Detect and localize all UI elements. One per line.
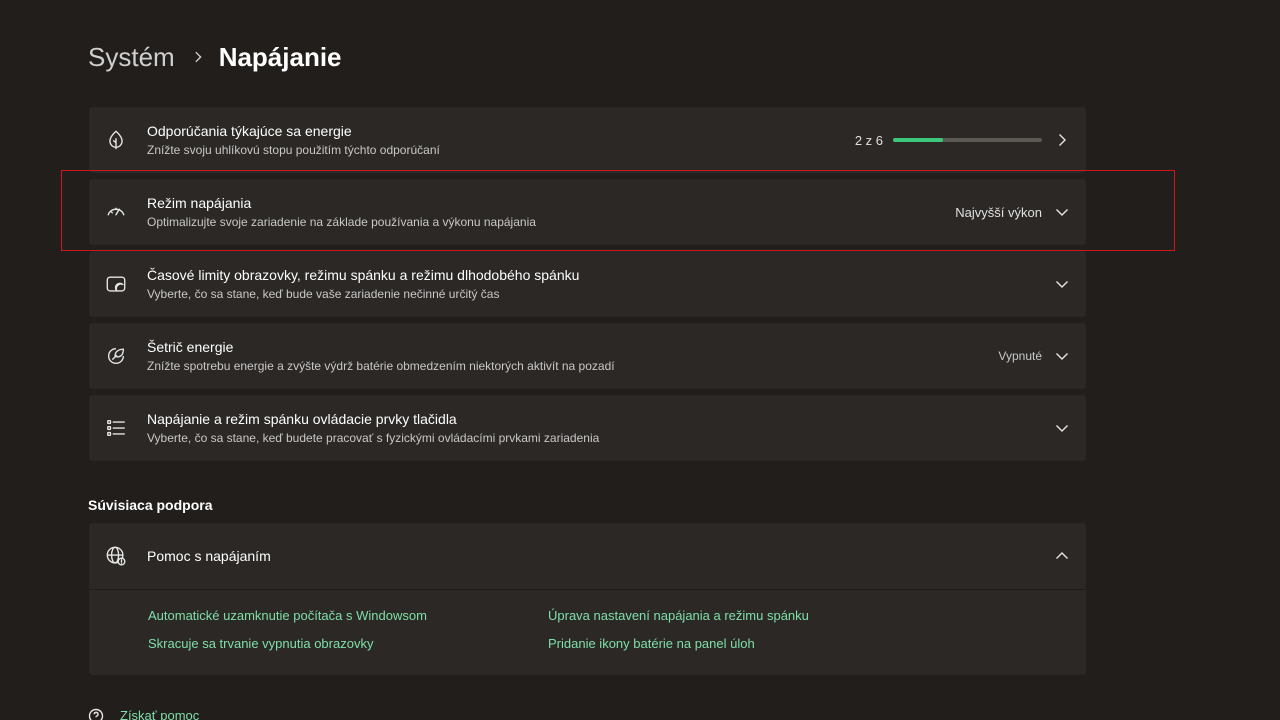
row-subtitle: Vyberte, čo sa stane, keď bude vaše zari… (147, 287, 500, 301)
help-link[interactable]: Automatické uzamknutie počítača s Window… (148, 608, 548, 624)
chevron-down-icon[interactable] (1054, 348, 1070, 364)
breadcrumb-system[interactable]: Systém (88, 42, 175, 73)
chevron-up-icon[interactable] (1054, 548, 1070, 564)
help-title: Pomoc s napájaním (147, 548, 271, 564)
section-title: Súvisiaca podpora (88, 497, 213, 513)
screen-sleep-timeouts-card[interactable]: Časové limity obrazovky, režimu spánku a… (89, 251, 1086, 317)
energy-saver-status: Vypnuté (998, 349, 1042, 363)
help-link[interactable]: Pridanie ikony batérie na panel úloh (548, 636, 948, 652)
help-chat-icon (88, 708, 104, 720)
row-title: Odporúčania týkajúce sa energie (147, 123, 352, 139)
row-subtitle: Vyberte, čo sa stane, keď budete pracova… (147, 431, 600, 445)
row-title: Režim napájania (147, 195, 252, 211)
breadcrumb: Systém Napájanie (88, 38, 342, 76)
row-title: Napájanie a režim spánku ovládacie prvky… (147, 411, 457, 427)
energy-saver-card[interactable]: Šetrič energie Znížte spotrebu energie a… (89, 323, 1086, 389)
settings-page: Systém Napájanie Odporúčania týkajúce sa… (0, 0, 1280, 720)
energy-recommendations-card[interactable]: Odporúčania týkajúce sa energie Znížte s… (89, 107, 1086, 173)
chevron-down-icon[interactable] (1054, 276, 1070, 292)
help-links: Automatické uzamknutie počítača s Window… (89, 590, 1086, 652)
page-title: Napájanie (218, 41, 342, 72)
help-link[interactable]: Úprava nastavení napájania a režimu spán… (548, 608, 948, 624)
power-help-card: Pomoc s napájaním Automatické uzamknutie… (89, 523, 1086, 675)
list-icon (105, 417, 127, 439)
chevron-right-icon (191, 50, 205, 64)
screen-sleep-icon (105, 273, 127, 295)
row-subtitle: Znížte spotrebu energie a zvýšte výdrž b… (147, 359, 615, 373)
row-subtitle: Optimalizujte svoje zariadenie na základ… (147, 215, 536, 229)
speedometer-icon (105, 201, 127, 223)
chevron-down-icon[interactable] (1054, 420, 1070, 436)
row-subtitle: Znížte svoju uhlíkovú stopu použitím týc… (147, 143, 440, 157)
help-link[interactable]: Skracuje sa trvanie vypnutia obrazovky (148, 636, 548, 652)
chevron-right-icon[interactable] (1054, 132, 1070, 148)
get-help-link[interactable]: Získať pomoc (120, 708, 199, 720)
row-title: Šetrič energie (147, 339, 234, 355)
globe-icon (105, 545, 127, 567)
chevron-down-icon[interactable] (1054, 204, 1070, 220)
power-mode-card[interactable]: Režim napájania Optimalizujte svoje zari… (89, 179, 1086, 245)
get-help[interactable]: Získať pomoc (88, 708, 199, 720)
power-button-controls-card[interactable]: Napájanie a režim spánku ovládacie prvky… (89, 395, 1086, 461)
progress-fill (893, 138, 943, 142)
progress-bar (893, 138, 1042, 142)
row-title: Časové limity obrazovky, režimu spánku a… (147, 267, 580, 283)
power-mode-value: Najvyšší výkon (955, 204, 1042, 220)
energy-saver-icon (105, 345, 127, 367)
progress-label: 2 z 6 (854, 132, 883, 148)
power-help-header[interactable]: Pomoc s napájaním (89, 523, 1086, 590)
power-mode-dropdown[interactable]: Najvyšší výkon (955, 204, 1070, 220)
leaf-icon (105, 129, 127, 151)
